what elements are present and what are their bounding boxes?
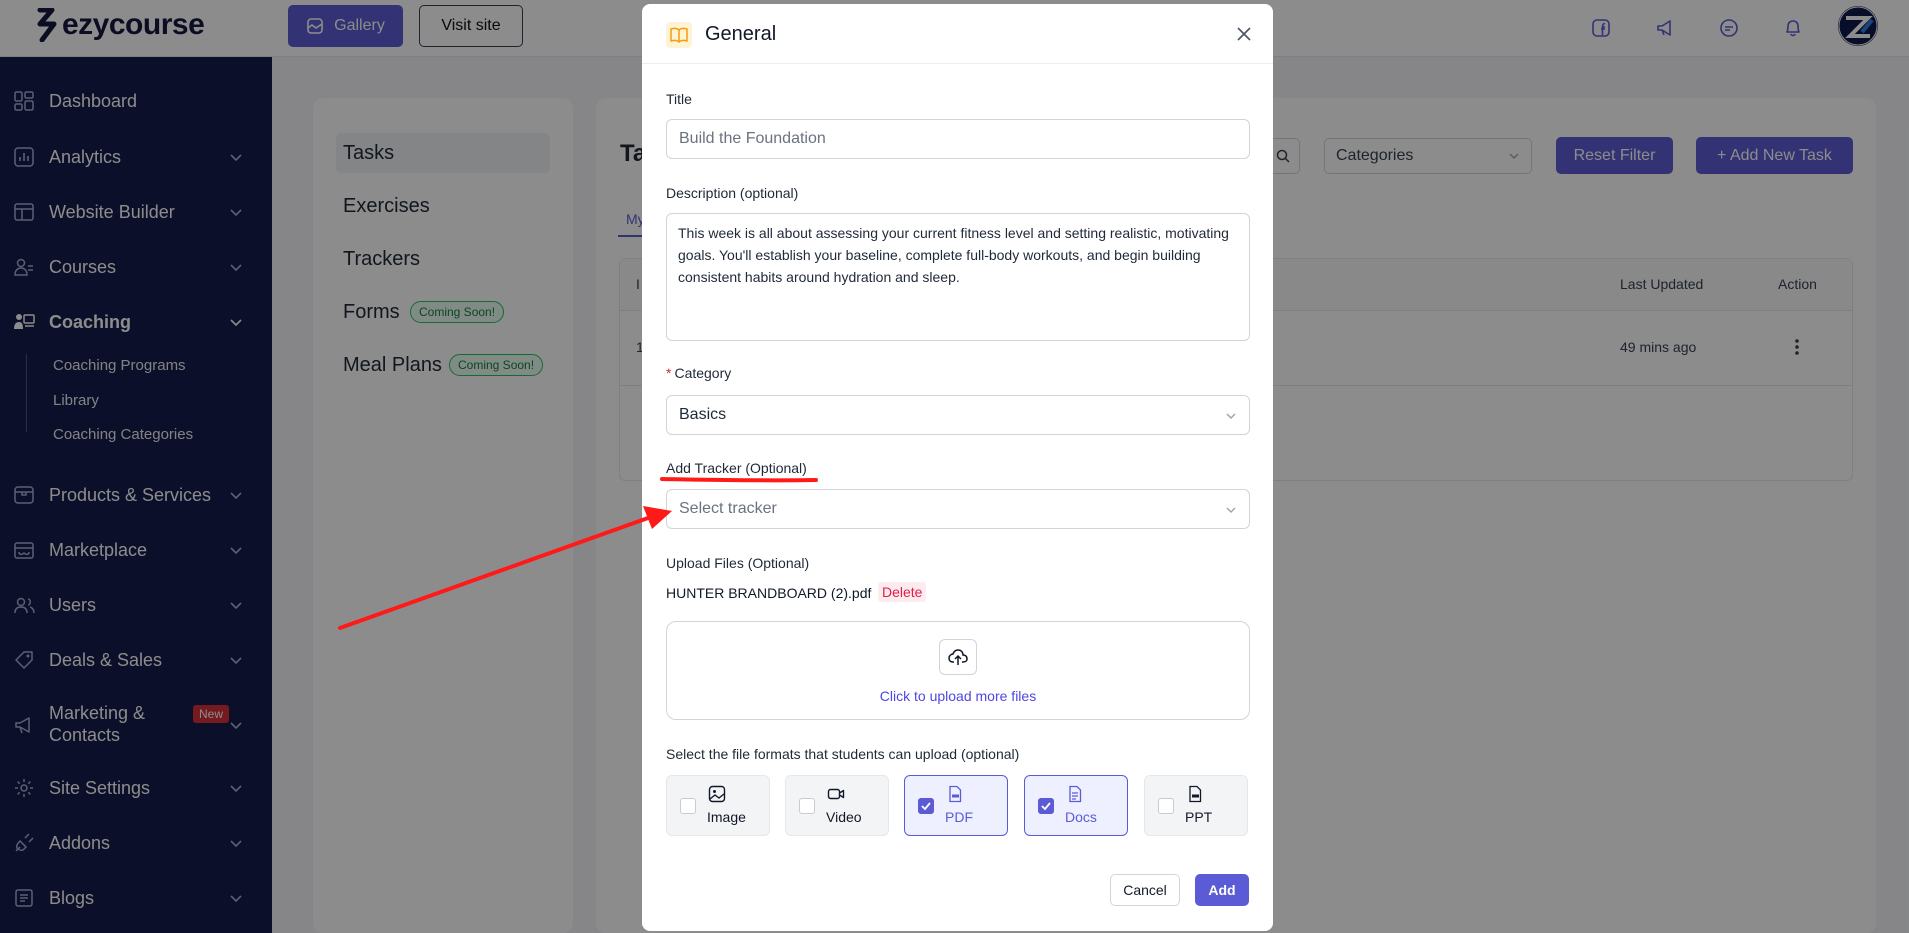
modal-header: General: [642, 4, 1273, 64]
uploaded-file-name: HUNTER BRANDBOARD (2).pdf: [666, 585, 872, 601]
cancel-button[interactable]: Cancel: [1110, 874, 1180, 906]
chevron-down-icon: [1226, 507, 1236, 513]
format-label: Docs: [1065, 809, 1097, 825]
category-select-value: Basics: [679, 406, 727, 423]
format-label: Image: [707, 809, 746, 825]
format-label: Video: [826, 809, 862, 825]
checkbox-checked[interactable]: [918, 798, 934, 814]
tracker-select[interactable]: Select tracker: [666, 489, 1250, 529]
docs-icon: [1065, 784, 1085, 804]
upload-cloud-icon: [939, 639, 977, 675]
format-option-ppt[interactable]: PPT: [1144, 775, 1248, 836]
check-icon: [1041, 802, 1051, 811]
format-label: PPT: [1185, 809, 1213, 825]
checkbox[interactable]: [799, 798, 815, 814]
format-option-docs[interactable]: Docs: [1024, 775, 1128, 836]
upload-more-link[interactable]: Click to upload more files: [667, 688, 1249, 704]
tracker-select-placeholder: Select tracker: [679, 500, 777, 517]
close-icon[interactable]: [1236, 26, 1252, 42]
format-option-video[interactable]: Video: [785, 775, 889, 836]
category-select[interactable]: Basics: [666, 395, 1250, 435]
formats-label: Select the file formats that students ca…: [666, 746, 1020, 762]
checkbox-checked[interactable]: [1038, 798, 1054, 814]
title-input[interactable]: Build the Foundation: [666, 119, 1250, 159]
upload-label: Upload Files (Optional): [666, 555, 810, 571]
upload-dropzone[interactable]: Click to upload more files: [666, 621, 1250, 720]
category-label-text: Category: [674, 365, 732, 381]
modal-title: General: [705, 23, 777, 45]
title-label: Title: [666, 91, 692, 107]
image-icon: [707, 784, 727, 804]
check-icon: [921, 802, 931, 811]
delete-file-button[interactable]: Delete: [878, 582, 927, 602]
tracker-label: Add Tracker (Optional): [666, 460, 807, 476]
required-marker: *: [666, 365, 672, 381]
category-label: * Category: [666, 365, 731, 381]
ppt-icon: [1185, 784, 1205, 804]
format-option-pdf[interactable]: PDF: [904, 775, 1008, 836]
checkbox[interactable]: [1158, 798, 1174, 814]
pdf-icon: [945, 784, 965, 804]
add-button[interactable]: Add: [1195, 874, 1249, 906]
description-textarea[interactable]: This week is all about assessing your cu…: [666, 213, 1250, 341]
video-icon: [826, 784, 846, 804]
task-modal: General Title Build the Foundation Descr…: [642, 4, 1273, 931]
chevron-down-icon: [1226, 413, 1236, 419]
format-label: PDF: [945, 809, 973, 825]
title-input-placeholder: Build the Foundation: [679, 130, 826, 147]
description-label: Description (optional): [666, 185, 799, 201]
checkbox[interactable]: [680, 798, 696, 814]
format-option-image[interactable]: Image: [666, 775, 770, 836]
book-icon: [666, 22, 692, 48]
